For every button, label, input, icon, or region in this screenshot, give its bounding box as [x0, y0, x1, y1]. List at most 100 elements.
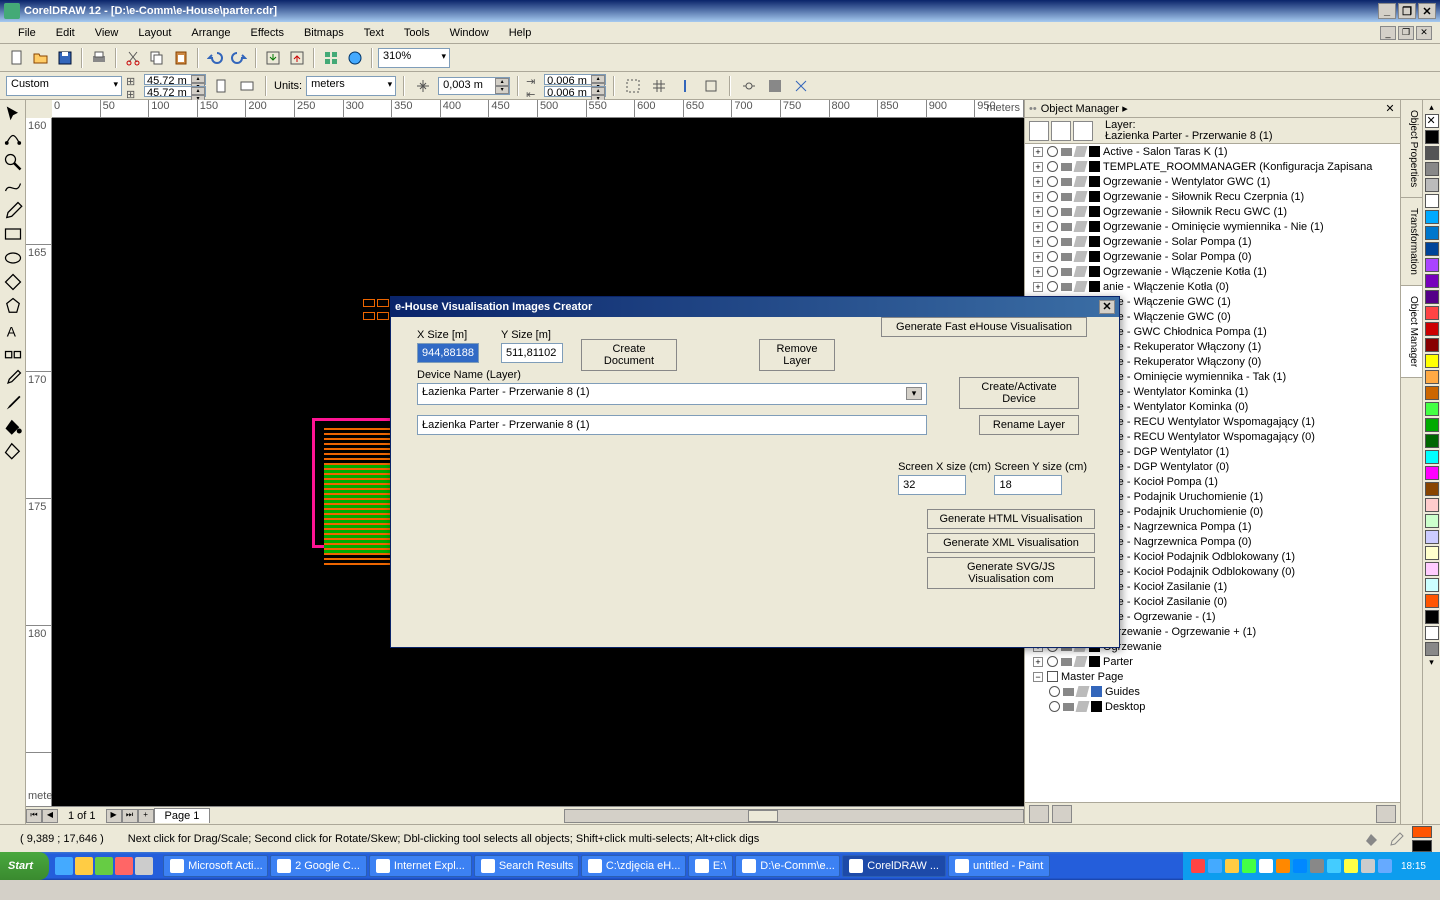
ysize-input[interactable]: [501, 343, 563, 363]
layer-color-swatch[interactable]: [1089, 161, 1100, 172]
menu-effects[interactable]: Effects: [241, 25, 294, 41]
edit-icon[interactable]: [1074, 656, 1088, 667]
expand-icon[interactable]: +: [1033, 162, 1043, 172]
layer-color-swatch[interactable]: [1089, 656, 1100, 667]
ql-icon[interactable]: [55, 857, 73, 875]
layer-node[interactable]: +Ogrzewanie - Włączenie Kotła (1): [1025, 264, 1400, 279]
color-swatch[interactable]: [1425, 354, 1439, 368]
visibility-icon[interactable]: [1047, 161, 1058, 172]
options-button[interactable]: [738, 75, 760, 97]
generate-xml-button[interactable]: Generate XML Visualisation: [927, 533, 1095, 553]
layer-node[interactable]: +Ogrzewanie - Siłownik Recu Czerpnia (1): [1025, 189, 1400, 204]
dialog-close-button[interactable]: ✕: [1099, 300, 1115, 314]
interactive-blend-tool[interactable]: [2, 343, 24, 365]
graph-paper-tool[interactable]: [2, 271, 24, 293]
clock[interactable]: 18:15: [1395, 861, 1432, 872]
taskbar-task[interactable]: 2 Google C...: [270, 855, 367, 877]
menu-arrange[interactable]: Arrange: [181, 25, 240, 41]
copy-button[interactable]: [146, 47, 168, 69]
layer-manager-view-button[interactable]: [1073, 121, 1093, 141]
color-swatch[interactable]: [1425, 498, 1439, 512]
undo-button[interactable]: [204, 47, 226, 69]
expand-icon[interactable]: −: [1033, 672, 1043, 682]
xsize-input[interactable]: [417, 343, 479, 363]
expand-icon[interactable]: +: [1033, 252, 1043, 262]
layer-node[interactable]: +Active - Salon Taras K (1): [1025, 144, 1400, 159]
ql-icon[interactable]: [95, 857, 113, 875]
palette-scroll-down[interactable]: ▾: [1429, 657, 1434, 668]
print-icon[interactable]: [1061, 193, 1072, 201]
tray-icon[interactable]: [1327, 859, 1341, 873]
nudge-field[interactable]: 0,003 m▴▾: [438, 77, 510, 95]
taskbar-task[interactable]: CorelDRAW ...: [842, 855, 946, 877]
layer-color-swatch[interactable]: [1091, 686, 1102, 697]
color-swatch[interactable]: [1425, 402, 1439, 416]
horizontal-ruler[interactable]: 0501001502002503003504004505005506006507…: [52, 100, 1024, 118]
taskbar-task[interactable]: D:\e-Comm\e...: [735, 855, 840, 877]
snap-to-objects-button[interactable]: [700, 75, 722, 97]
zoom-tool[interactable]: [2, 151, 24, 173]
tab-object-properties[interactable]: Object Properties: [1401, 100, 1422, 198]
color-swatch[interactable]: [1425, 546, 1439, 560]
visibility-icon[interactable]: [1047, 266, 1058, 277]
expand-icon[interactable]: +: [1033, 237, 1043, 247]
screen-x-input[interactable]: [898, 475, 966, 495]
rectangle-tool[interactable]: [2, 223, 24, 245]
edit-icon[interactable]: [1074, 161, 1088, 172]
layer-color-swatch[interactable]: [1089, 176, 1100, 187]
tray-icon[interactable]: [1242, 859, 1256, 873]
page-tab-1[interactable]: Page 1: [154, 808, 211, 823]
smart-drawing-tool[interactable]: [2, 199, 24, 221]
tab-object-manager[interactable]: Object Manager: [1401, 286, 1422, 378]
color-swatch[interactable]: [1425, 370, 1439, 384]
tray-icon[interactable]: [1378, 859, 1392, 873]
dup-y-field[interactable]: 0.006 m▴▾: [544, 86, 606, 97]
print-icon[interactable]: [1063, 688, 1074, 696]
edit-icon[interactable]: [1074, 176, 1088, 187]
outline-swatch[interactable]: [1412, 840, 1432, 852]
color-swatch[interactable]: [1425, 194, 1439, 208]
prev-page-button[interactable]: ◀: [42, 809, 58, 823]
portrait-button[interactable]: [210, 75, 232, 97]
page-width-field[interactable]: 45.72 m▴▾: [144, 74, 206, 85]
visibility-icon[interactable]: [1047, 221, 1058, 232]
edit-icon[interactable]: [1074, 206, 1088, 217]
taskbar-task[interactable]: Search Results: [474, 855, 579, 877]
color-swatch[interactable]: [1425, 626, 1439, 640]
expand-icon[interactable]: +: [1033, 222, 1043, 232]
menu-edit[interactable]: Edit: [46, 25, 85, 41]
taskbar-task[interactable]: Microsoft Acti...: [163, 855, 268, 877]
maximize-button[interactable]: ❐: [1398, 3, 1416, 19]
print-icon[interactable]: [1061, 658, 1072, 666]
expand-icon[interactable]: +: [1033, 192, 1043, 202]
visibility-icon[interactable]: [1049, 686, 1060, 697]
layer-node[interactable]: Desktop: [1025, 699, 1400, 714]
pick-tool[interactable]: [2, 103, 24, 125]
units-combo[interactable]: meters: [306, 76, 396, 96]
polygon-tool[interactable]: [2, 295, 24, 317]
layer-node[interactable]: +Ogrzewanie - Solar Pompa (1): [1025, 234, 1400, 249]
docker-collapse-button[interactable]: ▸: [1119, 102, 1131, 115]
print-icon[interactable]: [1061, 283, 1072, 291]
app-launcher-button[interactable]: [320, 47, 342, 69]
palette-scroll-up[interactable]: ▴: [1429, 102, 1434, 113]
export-button[interactable]: [286, 47, 308, 69]
dup-x-field[interactable]: 0.006 m▴▾: [544, 74, 606, 85]
layer-node[interactable]: +Ogrzewanie - Ominięcie wymiennika - Nie…: [1025, 219, 1400, 234]
layer-node[interactable]: Guides: [1025, 684, 1400, 699]
menu-layout[interactable]: Layout: [128, 25, 181, 41]
snap-to-guides-button[interactable]: [674, 75, 696, 97]
color-swatch[interactable]: [1425, 290, 1439, 304]
outline-tool[interactable]: [2, 391, 24, 413]
layer-node[interactable]: +Ogrzewanie - Wentylator GWC (1): [1025, 174, 1400, 189]
visibility-icon[interactable]: [1047, 281, 1058, 292]
color-swatch[interactable]: [1425, 530, 1439, 544]
menu-help[interactable]: Help: [499, 25, 542, 41]
tray-icon[interactable]: [1191, 859, 1205, 873]
doc-restore-button[interactable]: ❐: [1398, 26, 1414, 40]
print-icon[interactable]: [1063, 703, 1074, 711]
layer-color-swatch[interactable]: [1089, 221, 1100, 232]
print-icon[interactable]: [1061, 208, 1072, 216]
layer-color-swatch[interactable]: [1089, 281, 1100, 292]
visibility-icon[interactable]: [1047, 191, 1058, 202]
